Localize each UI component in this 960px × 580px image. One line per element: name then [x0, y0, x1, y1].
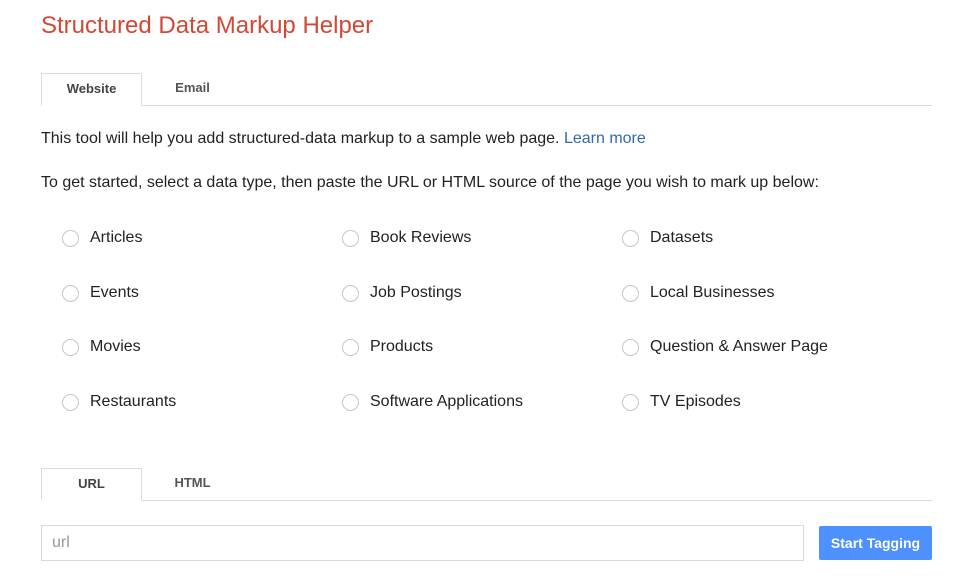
radio-button[interactable] [622, 230, 639, 247]
data-type-option[interactable]: Restaurants [62, 392, 176, 411]
url-input[interactable] [41, 525, 804, 561]
data-type-label: Job Postings [370, 283, 462, 301]
intro-description: This tool will help you add structured-d… [41, 130, 560, 147]
data-type-label: Articles [90, 228, 143, 246]
data-type-option[interactable]: Datasets [622, 228, 713, 247]
tab-website[interactable]: Website [41, 73, 142, 106]
data-type-label: Datasets [650, 228, 714, 246]
tab-html[interactable]: HTML [142, 468, 243, 500]
data-type-option[interactable]: Local Businesses [622, 283, 775, 302]
data-type-label: Local Businesses [650, 283, 775, 301]
radio-button[interactable] [342, 230, 359, 247]
intro-text: This tool will help you add structured-d… [41, 130, 646, 148]
data-type-option[interactable]: Movies [62, 337, 141, 356]
radio-button[interactable] [342, 394, 359, 411]
data-type-option[interactable]: Book Reviews [342, 228, 471, 247]
data-type-label: TV Episodes [650, 392, 741, 410]
radio-button[interactable] [342, 285, 359, 302]
data-type-option[interactable]: Job Postings [342, 283, 462, 302]
radio-button[interactable] [622, 394, 639, 411]
data-type-option[interactable]: Events [62, 283, 139, 302]
data-type-option[interactable]: Software Applications [342, 392, 523, 411]
data-type-option[interactable]: Articles [62, 228, 142, 247]
page-title: Structured Data Markup Helper [41, 12, 374, 39]
data-type-label: Restaurants [90, 392, 177, 410]
radio-button[interactable] [62, 394, 79, 411]
data-type-option[interactable]: TV Episodes [622, 392, 741, 411]
learn-more-link[interactable]: Learn more [564, 130, 646, 147]
tab-url[interactable]: URL [41, 468, 142, 501]
radio-button[interactable] [62, 285, 79, 302]
radio-button[interactable] [62, 230, 79, 247]
data-type-label: Movies [90, 337, 141, 355]
data-type-label: Software Applications [370, 392, 523, 410]
data-type-label: Book Reviews [370, 228, 472, 246]
data-type-label: Events [90, 283, 139, 301]
data-type-option[interactable]: Question & Answer Page [622, 337, 828, 356]
radio-button[interactable] [342, 339, 359, 356]
tab-email[interactable]: Email [142, 73, 243, 105]
radio-button[interactable] [62, 339, 79, 356]
radio-button[interactable] [622, 339, 639, 356]
source-tabs: URL HTML [41, 468, 932, 501]
instructions-text: To get started, select a data type, then… [41, 174, 819, 191]
mode-tabs: Website Email [41, 73, 932, 106]
radio-button[interactable] [622, 285, 639, 302]
data-type-label: Products [370, 337, 434, 355]
data-type-label: Question & Answer Page [650, 337, 828, 355]
start-tagging-button[interactable]: Start Tagging [819, 526, 932, 560]
data-type-option[interactable]: Products [342, 337, 433, 356]
